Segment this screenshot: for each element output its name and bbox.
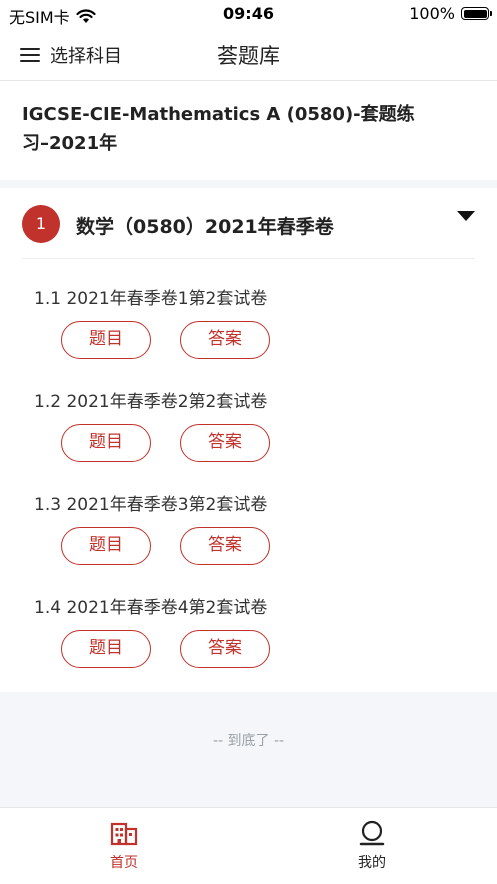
tab-home[interactable]: 首页: [74, 820, 174, 872]
select-subject-button[interactable]: 选择科目: [20, 42, 122, 68]
course-heading: IGCSE-CIE-Mathematics A (0580)-套题练习–2021…: [22, 104, 415, 154]
chapter-number-badge: 1: [22, 205, 60, 243]
question-button[interactable]: 题目: [61, 630, 151, 668]
select-subject-label: 选择科目: [50, 46, 122, 67]
status-bar: 无SIM卡 09:46 100%: [0, 0, 497, 30]
answer-button[interactable]: 答案: [180, 527, 270, 565]
paper-item: 1.1 2021年春季卷1第2套试卷 题目 答案: [0, 284, 497, 364]
answer-button[interactable]: 答案: [180, 424, 270, 462]
question-button[interactable]: 题目: [61, 321, 151, 359]
building-icon: [110, 822, 138, 846]
divider: [22, 258, 475, 259]
tab-mine[interactable]: 我的: [322, 820, 422, 872]
battery-icon: [461, 7, 492, 20]
paper-item: 1.2 2021年春季卷2第2套试卷 题目 答案: [0, 387, 497, 467]
paper-item: 1.4 2021年春季卷4第2套试卷 题目 答案: [0, 593, 497, 673]
paper-title: 1.3 2021年春季卷3第2套试卷: [34, 495, 268, 515]
answer-button[interactable]: 答案: [180, 321, 270, 359]
user-icon: [359, 820, 385, 846]
status-right: 100%: [409, 4, 492, 23]
question-button[interactable]: 题目: [61, 527, 151, 565]
answer-button[interactable]: 答案: [180, 630, 270, 668]
battery-percent: 100%: [409, 4, 455, 23]
hamburger-icon: [20, 47, 40, 63]
chapter-title: 数学（0580）2021年春季卷: [76, 216, 334, 238]
tab-bar: 首页 我的: [0, 807, 497, 884]
paper-title: 1.4 2021年春季卷4第2套试卷: [34, 598, 268, 618]
end-of-list-text: -- 到底了 --: [212, 733, 285, 749]
nav-bar: 选择科目 荟题库: [0, 30, 497, 81]
paper-item: 1.3 2021年春季卷3第2套试卷 题目 答案: [0, 490, 497, 570]
paper-title: 1.2 2021年春季卷2第2套试卷: [34, 392, 268, 412]
paper-title: 1.1 2021年春季卷1第2套试卷: [34, 289, 268, 309]
question-button[interactable]: 题目: [61, 424, 151, 462]
tab-home-label: 首页: [110, 855, 138, 871]
section-separator: [0, 180, 497, 188]
tab-mine-label: 我的: [358, 855, 386, 871]
chapter-header[interactable]: 1 数学（0580）2021年春季卷: [0, 188, 497, 258]
caret-down-icon[interactable]: [457, 211, 475, 221]
